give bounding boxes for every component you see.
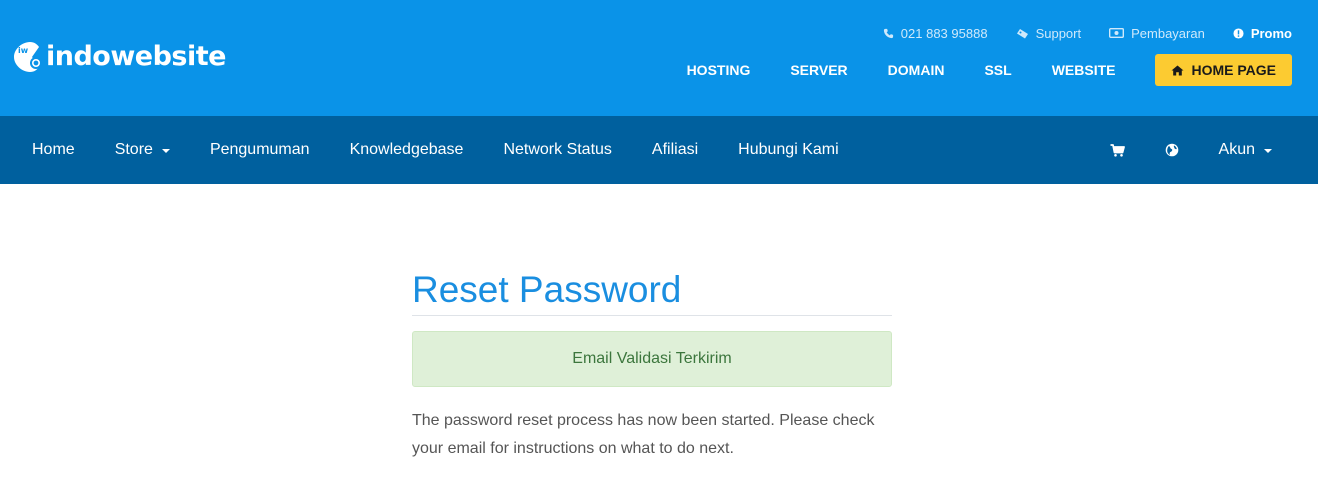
nav-home[interactable]: Home <box>32 141 75 159</box>
payment-link[interactable]: Pembayaran <box>1109 26 1205 41</box>
support-label: Support <box>1035 25 1082 41</box>
reset-password-panel: Reset Password Email Validasi Terkirim T… <box>412 266 892 463</box>
chevron-down-icon <box>1264 149 1272 153</box>
phone-icon <box>883 28 893 38</box>
reset-instructions: The password reset process has now been … <box>412 412 875 457</box>
top-links: 021 883 95888 Support Pembayaran Promo <box>855 24 1292 42</box>
money-icon <box>1109 28 1125 38</box>
menu-hosting[interactable]: HOSTING <box>687 62 751 78</box>
phone-link[interactable]: 021 883 95888 <box>883 26 988 41</box>
chevron-down-icon <box>161 149 170 153</box>
globe-icon <box>1165 143 1178 157</box>
nav-utilities: Akun <box>1070 116 1272 184</box>
page-title: Reset Password <box>412 269 682 310</box>
menu-ssl[interactable]: SSL <box>984 62 1011 78</box>
exclamation-circle-icon <box>1233 27 1244 39</box>
brand-name: indowebsite <box>46 41 226 72</box>
brand-logo[interactable]: iw indowebsite <box>12 38 226 76</box>
nav-store[interactable]: Store <box>115 141 170 159</box>
cart-button[interactable] <box>1110 143 1125 157</box>
nav-knowledgebase[interactable]: Knowledgebase <box>350 141 464 159</box>
ticket-icon <box>1016 28 1028 38</box>
nav-store-label: Store <box>114 141 153 158</box>
menu-website[interactable]: WEBSITE <box>1052 62 1116 78</box>
logo-icon: iw <box>14 42 42 72</box>
nav-hubungi-kami[interactable]: Hubungi Kami <box>738 141 839 159</box>
nav-links: Home Store Pengumuman Knowledgebase Netw… <box>32 116 879 184</box>
support-link[interactable]: Support <box>1016 25 1082 41</box>
secondary-navbar: Home Store Pengumuman Knowledgebase Netw… <box>0 116 1318 184</box>
logo-badge-text: iw <box>18 46 29 55</box>
home-icon <box>1171 65 1184 75</box>
promo-label: Promo <box>1250 25 1292 41</box>
account-label: Akun <box>1218 141 1255 158</box>
phone-number: 021 883 95888 <box>900 25 988 41</box>
nav-afiliasi[interactable]: Afiliasi <box>652 141 698 159</box>
success-alert: Email Validasi Terkirim <box>412 331 892 387</box>
top-header: iw indowebsite 021 883 95888 Support Pem… <box>0 0 1318 116</box>
payment-label: Pembayaran <box>1131 25 1205 41</box>
home-page-button[interactable]: HOME PAGE <box>1155 54 1292 86</box>
success-alert-text: Email Validasi Terkirim <box>572 350 732 367</box>
main-menu: HOSTING SERVER DOMAIN SSL WEBSITE HOME P… <box>647 54 1292 86</box>
cart-icon <box>1110 143 1125 157</box>
promo-link[interactable]: Promo <box>1233 26 1292 41</box>
title-divider <box>412 315 892 316</box>
menu-server[interactable]: SERVER <box>790 62 847 78</box>
nav-pengumuman[interactable]: Pengumuman <box>210 141 310 159</box>
account-menu[interactable]: Akun <box>1219 141 1272 159</box>
nav-network-status[interactable]: Network Status <box>503 141 611 159</box>
home-page-label: HOME PAGE <box>1191 62 1276 78</box>
language-button[interactable] <box>1165 143 1179 157</box>
menu-domain[interactable]: DOMAIN <box>888 62 945 78</box>
